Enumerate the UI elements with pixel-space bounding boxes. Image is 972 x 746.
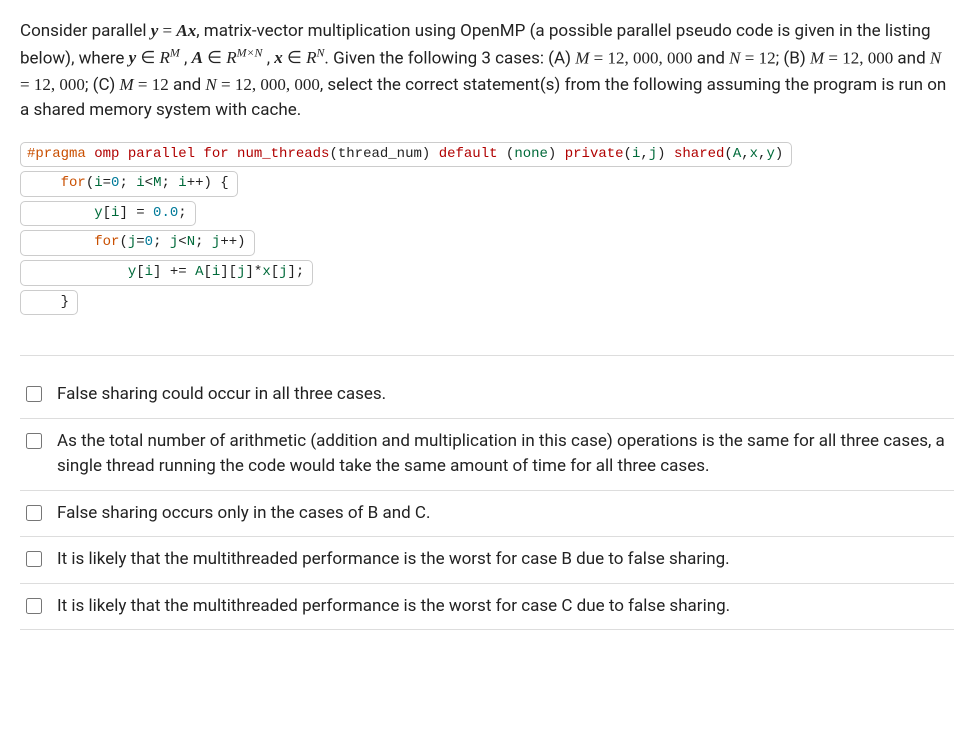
answer-text: It is likely that the multithreaded perf… xyxy=(57,594,952,620)
code-line-2: for(i=0; i<M; i++) { xyxy=(20,171,238,197)
answer-checkbox-3[interactable] xyxy=(26,505,42,521)
answer-option: False sharing occurs only in the cases o… xyxy=(20,491,954,538)
math-case-c-n: N = 12, 000, 000 xyxy=(205,75,319,94)
answer-option: False sharing could occur in all three c… xyxy=(20,382,954,419)
question-text: and xyxy=(693,48,730,68)
answer-option: It is likely that the multithreaded perf… xyxy=(20,537,954,584)
question-text: and xyxy=(893,48,930,68)
math-a-in-rmn: A ∈ RM×N xyxy=(192,48,263,67)
math-case-b-m: M = 12, 000 xyxy=(810,48,893,67)
question-text: , xyxy=(263,48,275,68)
answer-checkbox-4[interactable] xyxy=(26,551,42,567)
answer-checkbox-2[interactable] xyxy=(26,433,42,449)
answer-option: As the total number of arithmetic (addit… xyxy=(20,419,954,491)
answer-text: False sharing occurs only in the cases o… xyxy=(57,501,952,527)
question-prompt: Consider parallel y = Ax, matrix-vector … xyxy=(20,18,954,124)
question-text: ; (C) xyxy=(85,75,120,95)
math-x-in-rn: x ∈ RN xyxy=(274,48,324,67)
answer-text: It is likely that the multithreaded perf… xyxy=(57,547,952,573)
math-case-a-m: M = 12, 000, 000 xyxy=(575,48,692,67)
answer-checkbox-1[interactable] xyxy=(26,386,42,402)
answer-text: False sharing could occur in all three c… xyxy=(57,382,952,408)
math-case-a-n: N = 12 xyxy=(729,48,775,67)
question-text: ; (B) xyxy=(776,48,810,68)
code-line-1: #pragma omp parallel for num_threads(thr… xyxy=(20,142,792,168)
code-line-3: y[i] = 0.0; xyxy=(20,201,196,227)
math-y-in-rm: y ∈ RM xyxy=(129,48,180,67)
answer-option: It is likely that the multithreaded perf… xyxy=(20,584,954,631)
math-case-c-m: M = 12 xyxy=(119,75,168,94)
code-line-6: } xyxy=(20,290,78,316)
code-line-5: y[i] += A[i][j]*x[j]; xyxy=(20,260,313,286)
question-text: and xyxy=(169,75,206,95)
question-text: , xyxy=(180,48,192,68)
math-eq-yax: y = Ax xyxy=(151,21,196,40)
answer-checkbox-5[interactable] xyxy=(26,598,42,614)
answer-list: False sharing could occur in all three c… xyxy=(20,355,954,630)
code-listing: #pragma omp parallel for num_threads(thr… xyxy=(20,140,954,318)
question-text: . Given the following 3 cases: (A) xyxy=(324,48,575,68)
answer-text: As the total number of arithmetic (addit… xyxy=(57,429,952,480)
code-line-4: for(j=0; j<N; j++) xyxy=(20,230,255,256)
question-text: Consider parallel xyxy=(20,21,151,41)
